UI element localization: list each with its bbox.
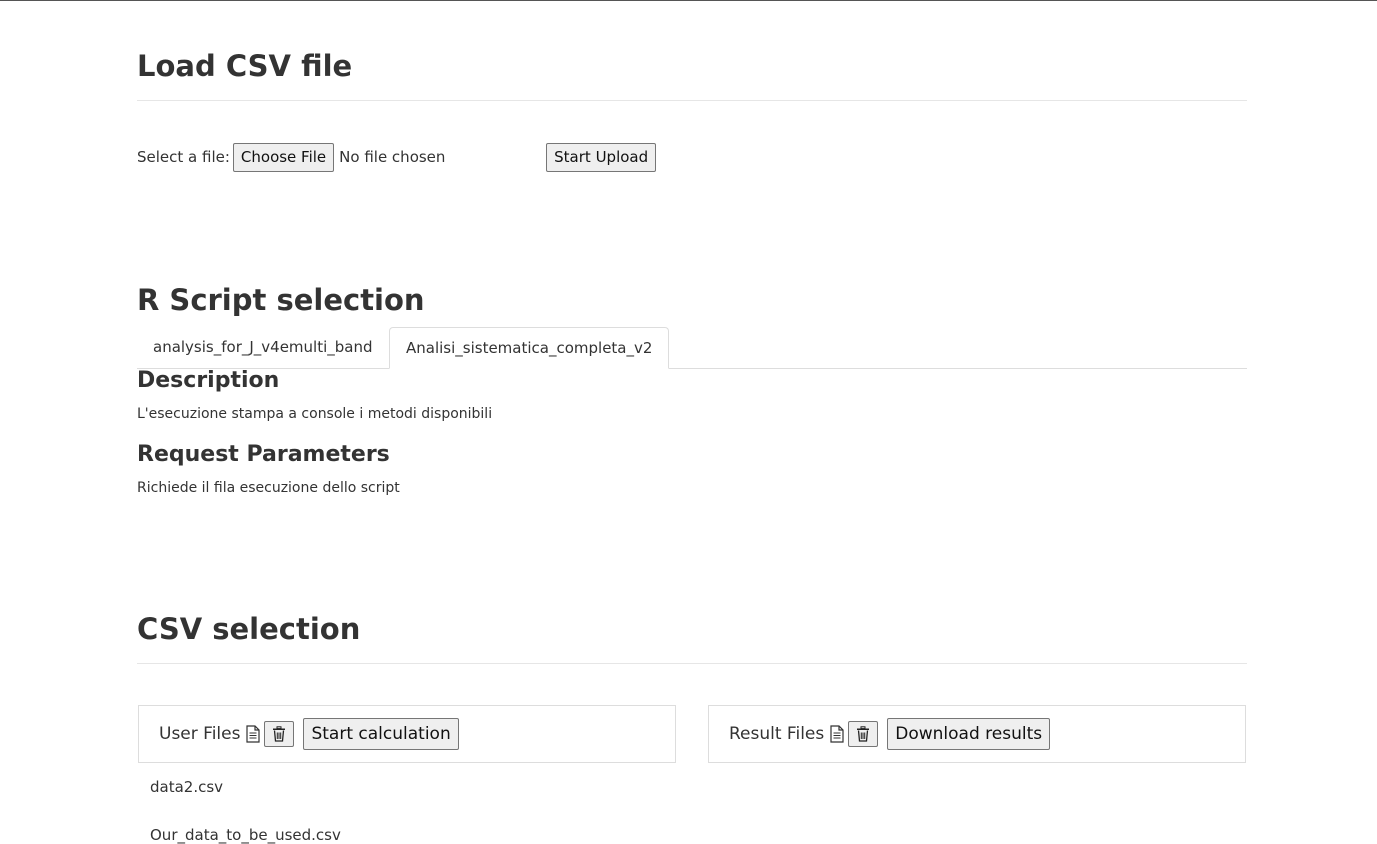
divider	[137, 663, 1247, 664]
description-heading: Description	[137, 368, 280, 393]
choose-file-button[interactable]: Choose File	[232, 142, 335, 172]
delete-result-files-button[interactable]	[848, 721, 879, 747]
file-icon[interactable]	[245, 725, 261, 743]
download-results-button[interactable]: Download results	[887, 718, 1051, 750]
user-file-item[interactable]: data2.csv	[150, 778, 223, 796]
request-parameters-text: Richiede il fila esecuzione dello script	[137, 480, 400, 496]
no-file-chosen-text: No file chosen	[339, 148, 446, 166]
trash-icon	[857, 726, 870, 742]
r-script-title: R Script selection	[137, 283, 425, 317]
start-calculation-button[interactable]: Start calculation	[303, 718, 459, 750]
csv-selection-title: CSV selection	[137, 612, 361, 646]
select-file-label: Select a file:	[137, 148, 230, 166]
script-tabs: analysis_for_J_v4emulti_band Analisi_sis…	[137, 327, 1247, 369]
request-parameters-heading: Request Parameters	[137, 442, 390, 467]
result-files-panel: Result Files Download results	[708, 705, 1246, 763]
start-upload-button[interactable]: Start Upload	[546, 142, 657, 172]
description-text: L'esecuzione stampa a console i metodi d…	[137, 406, 493, 422]
user-files-label: User Files	[159, 724, 241, 744]
load-csv-title: Load CSV file	[137, 49, 353, 83]
result-files-label: Result Files	[729, 724, 825, 744]
file-icon[interactable]	[829, 725, 845, 743]
user-file-item[interactable]: Our_data_to_be_used.csv	[150, 826, 341, 844]
user-files-panel: User Files Start calculation	[138, 705, 676, 763]
divider	[137, 100, 1247, 101]
tab-analysis-for-j[interactable]: analysis_for_J_v4emulti_band	[153, 327, 373, 368]
upload-row: Select a file: Choose File No file chose…	[137, 141, 657, 173]
delete-user-files-button[interactable]	[264, 721, 295, 747]
tab-analisi-sistematica[interactable]: Analisi_sistematica_completa_v2	[389, 327, 670, 369]
trash-icon	[273, 726, 286, 742]
